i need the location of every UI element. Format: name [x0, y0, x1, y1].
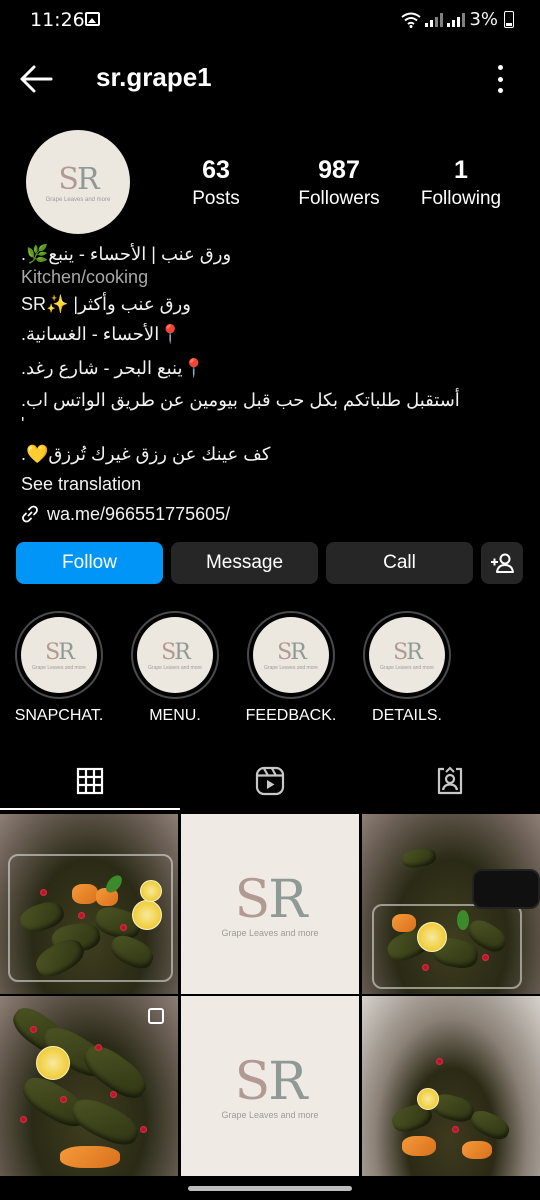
highlight-feedback[interactable]: SR Grape Leaves and more FEEDBACK.	[246, 611, 336, 724]
bio-line: ورق عنب | الأحساء - ينبع🌿.	[21, 244, 232, 264]
gesture-navigation-bar[interactable]	[188, 1186, 352, 1191]
bio-line: '	[21, 414, 25, 434]
post-thumbnail[interactable]: SR Grape Leaves and more	[181, 814, 359, 994]
tab-reels[interactable]	[180, 752, 360, 810]
multi-post-icon	[148, 1008, 164, 1024]
highlight-label: FEEDBACK.	[245, 707, 337, 724]
battery-icon	[504, 11, 514, 28]
tab-tagged[interactable]	[360, 752, 540, 810]
post-thumbnail[interactable]	[362, 814, 540, 994]
bio-link[interactable]: wa.me/966551775605/	[21, 499, 521, 529]
avatar[interactable]: SR Grape Leaves and more	[26, 130, 130, 234]
bio: ورق عنب | الأحساء - ينبع🌿. Kitchen/cooki…	[21, 241, 521, 529]
post-logo-tagline: Grape Leaves and more	[221, 928, 319, 938]
post-logo-tagline: Grape Leaves and more	[221, 1110, 319, 1120]
highlight-cover: SR Grape Leaves and more	[369, 617, 445, 693]
link-icon	[22, 505, 38, 523]
stat-following[interactable]: 1 Following	[412, 155, 510, 213]
suggested-accounts-button[interactable]	[481, 542, 523, 584]
follow-button[interactable]: Follow	[16, 542, 163, 584]
highlight-label: SNAPCHAT.	[14, 707, 104, 724]
highlight-menu[interactable]: SR Grape Leaves and more MENU.	[131, 611, 219, 724]
post-logo-mark: SR	[234, 1052, 308, 1112]
post-logo-mark: SR	[234, 870, 308, 930]
stat-followers[interactable]: 987 Followers	[288, 155, 390, 213]
bio-line: 📍ينبع البحر - شارع رغد.	[21, 358, 205, 378]
bio-line: كف عينك عن رزق غيرك تُرزق💛.	[21, 444, 271, 464]
avatar-logo-tagline: Grape Leaves and more	[45, 196, 111, 203]
bio-line: SR✨ |ورق عنب وأكثر	[21, 294, 191, 314]
signal-1-icon	[425, 12, 444, 27]
username: sr.grape1	[96, 62, 212, 92]
highlight-details[interactable]: SR Grape Leaves and more DETAILS.	[363, 611, 451, 724]
message-button[interactable]: Message	[171, 542, 318, 584]
post-thumbnail[interactable]	[362, 996, 540, 1176]
profile-tabs	[0, 752, 540, 810]
posts-grid: SR Grape Leaves and more SR Grape Leaves…	[0, 812, 540, 1178]
arrow-left-icon[interactable]	[20, 65, 54, 93]
more-vertical-icon[interactable]	[490, 65, 510, 93]
profile-header: sr.grape1	[0, 50, 540, 108]
stat-posts[interactable]: 63 Posts	[176, 155, 256, 213]
bio-link-text: wa.me/966551775605/	[47, 504, 231, 524]
post-thumbnail[interactable]	[0, 814, 178, 994]
status-bar: 11:26 3%	[0, 0, 540, 42]
bio-line: أستقبل طلباتكم بكل حب قبل بيومين عن طريق…	[21, 390, 460, 410]
highlight-cover: SR Grape Leaves and more	[137, 617, 213, 693]
highlight-snapchat[interactable]: SR Grape Leaves and more SNAPCHAT.	[15, 611, 103, 724]
tagged-icon	[437, 766, 463, 795]
call-button[interactable]: Call	[326, 542, 473, 584]
see-translation-link[interactable]: See translation	[21, 469, 521, 499]
status-time: 11:26	[30, 9, 85, 31]
signal-2-icon	[447, 12, 466, 27]
status-indicators: 3%	[401, 9, 514, 30]
post-thumbnail[interactable]	[0, 996, 178, 1176]
battery-percent: 3%	[469, 9, 498, 30]
profile-category: Kitchen/cooking	[21, 267, 149, 287]
add-person-icon	[491, 553, 514, 573]
highlight-label: MENU.	[149, 707, 201, 724]
post-thumbnail[interactable]: SR Grape Leaves and more	[181, 996, 359, 1176]
highlight-cover: SR Grape Leaves and more	[253, 617, 329, 693]
highlight-cover: SR Grape Leaves and more	[21, 617, 97, 693]
avatar-logo-mark: SR	[58, 161, 99, 197]
wifi-icon	[401, 12, 422, 28]
grid-icon	[76, 767, 104, 795]
reels-icon	[255, 766, 285, 796]
bio-line: 📍الأحساء - الغسانية.	[21, 324, 182, 344]
highlight-label: DETAILS.	[372, 707, 442, 724]
tab-posts-grid[interactable]	[0, 752, 180, 810]
gallery-notification-icon	[85, 12, 100, 26]
